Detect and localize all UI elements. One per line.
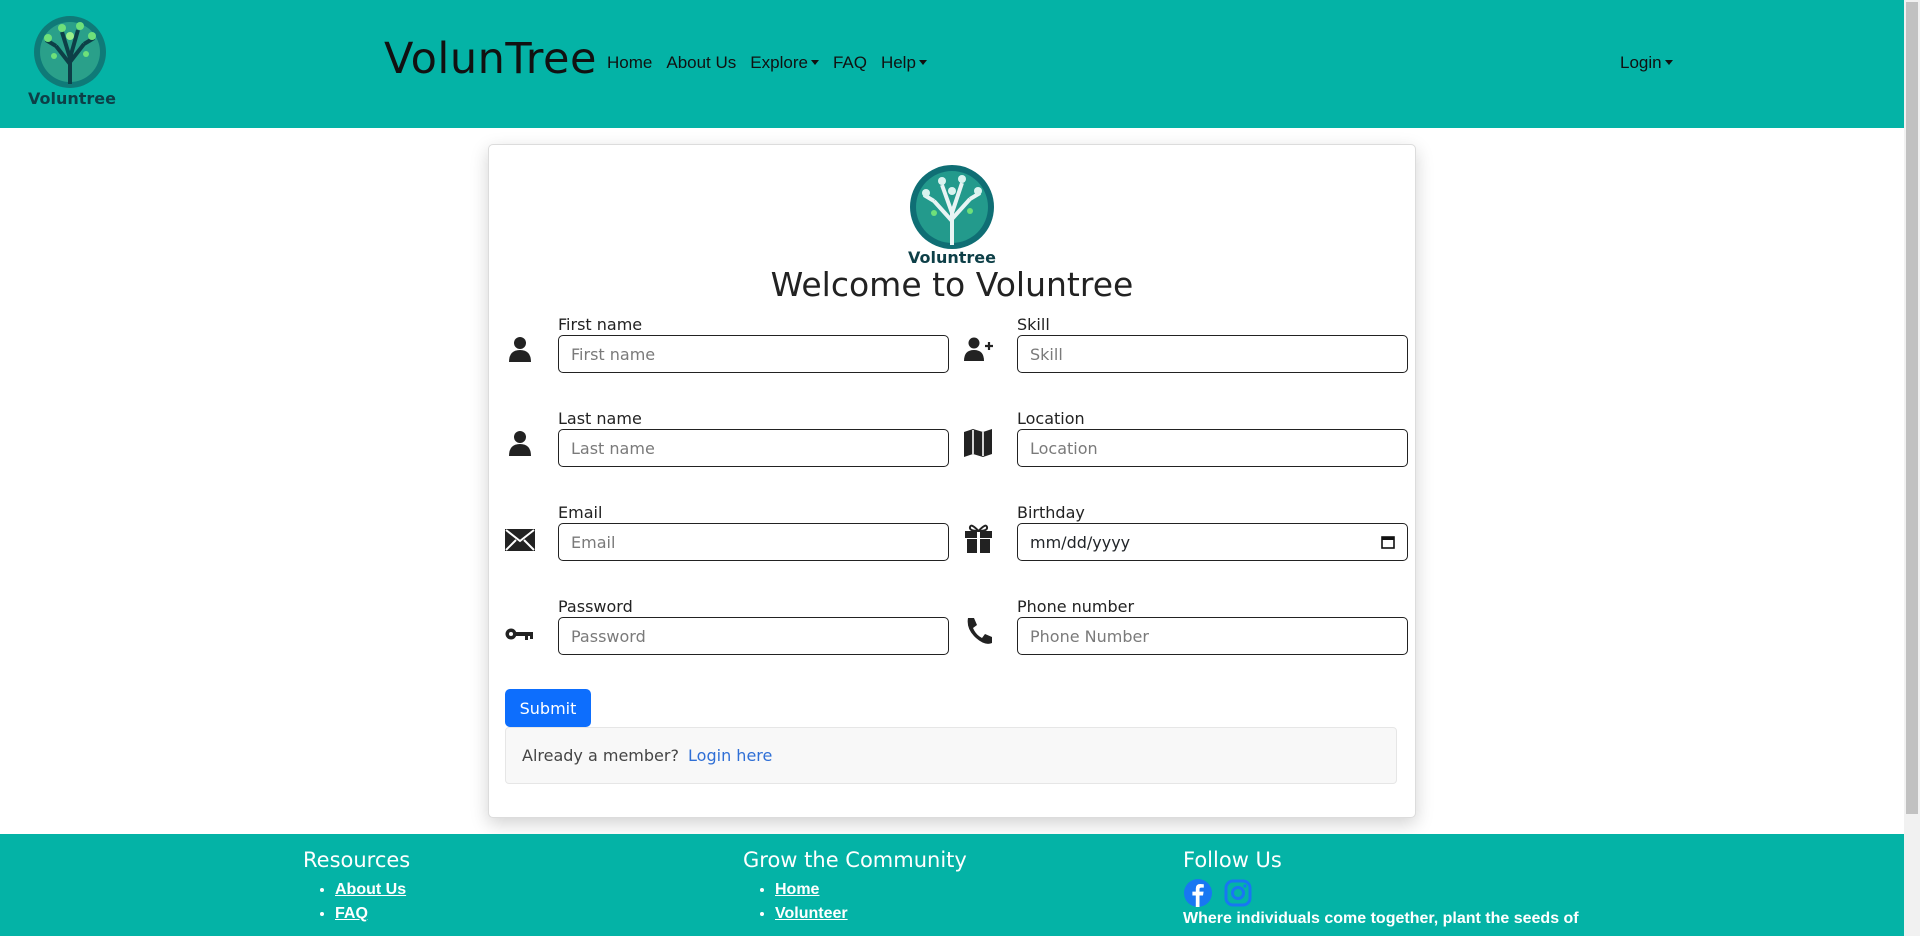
- login-prompt: Already a member? Login here: [522, 746, 772, 765]
- email-input[interactable]: [558, 523, 949, 561]
- skill-input[interactable]: [1017, 335, 1408, 373]
- calendar-icon[interactable]: [1381, 535, 1395, 549]
- footer-follow-heading: Follow Us: [1183, 848, 1282, 872]
- member-prompt-text: Already a member?: [522, 746, 679, 765]
- person-icon: [509, 337, 531, 362]
- password-input[interactable]: [558, 617, 949, 655]
- footer-link-volunteer[interactable]: Volunteer: [775, 905, 848, 922]
- login-dropdown[interactable]: Login: [1620, 53, 1673, 73]
- voluntree-logo[interactable]: Voluntree: [22, 12, 122, 108]
- birthday-group: Birthday mm/dd/yyyy: [964, 503, 1408, 593]
- nav-about-us[interactable]: About Us: [666, 53, 736, 73]
- facebook-icon[interactable]: [1183, 878, 1213, 908]
- key-icon: [505, 628, 533, 640]
- last-name-input[interactable]: [558, 429, 949, 467]
- email-group: Email: [505, 503, 949, 593]
- login-here-link[interactable]: Login here: [688, 746, 772, 765]
- submit-button[interactable]: Submit: [505, 689, 591, 727]
- signup-card: Voluntree Welcome to Voluntree First nam…: [488, 144, 1416, 818]
- birthday-value: mm/dd/yyyy: [1030, 532, 1131, 552]
- footer-resources-heading: Resources: [303, 848, 411, 872]
- welcome-heading: Welcome to Voluntree: [770, 265, 1134, 304]
- person-icon: [509, 431, 531, 456]
- footer-link-about-us[interactable]: About Us: [335, 881, 406, 898]
- footer-link-home[interactable]: Home: [775, 881, 819, 898]
- chevron-down-icon: [1664, 60, 1673, 65]
- nav-home[interactable]: Home: [607, 53, 652, 73]
- login-prompt-box: Already a member? Login here: [505, 727, 1397, 784]
- gift-icon: [965, 524, 992, 553]
- person-plus-icon: [964, 337, 993, 361]
- top-navbar: Voluntree VolunTree Home About Us Explor…: [0, 0, 1904, 128]
- birthday-date-input[interactable]: mm/dd/yyyy: [1017, 523, 1408, 561]
- location-group: Location: [964, 409, 1408, 499]
- nav-help-label: Help: [880, 53, 916, 72]
- instagram-icon[interactable]: [1223, 878, 1253, 908]
- footer-community: Grow the Community Home Volunteer: [743, 848, 967, 926]
- chevron-down-icon: [810, 60, 819, 65]
- email-label: Email: [558, 503, 603, 522]
- nav-help-dropdown[interactable]: Help: [881, 53, 927, 73]
- phone-group: Phone number: [964, 597, 1408, 687]
- birthday-label: Birthday: [1017, 503, 1085, 522]
- nav-explore-dropdown[interactable]: Explore: [750, 53, 819, 73]
- last-name-group: Last name: [505, 409, 949, 499]
- chevron-down-icon: [918, 60, 927, 65]
- envelope-icon: [505, 529, 535, 551]
- main-nav: Home About Us Explore FAQ Help: [607, 53, 941, 73]
- first-name-input[interactable]: [558, 335, 949, 373]
- footer-follow: Follow Us Where individuals come togethe…: [1183, 848, 1579, 928]
- nav-explore-label: Explore: [750, 53, 808, 72]
- brand-title[interactable]: VolunTree: [384, 34, 597, 84]
- phone-input[interactable]: [1017, 617, 1408, 655]
- first-name-group: First name: [505, 315, 949, 405]
- svg-text:Voluntree: Voluntree: [28, 89, 116, 108]
- footer-tagline: Where individuals come together, plant t…: [1183, 910, 1579, 927]
- voluntree-card-logo: Voluntree: [908, 165, 996, 267]
- skill-group: Skill: [964, 315, 1408, 405]
- nav-faq[interactable]: FAQ: [833, 53, 867, 73]
- footer-link-faq[interactable]: FAQ: [335, 905, 368, 922]
- phone-label: Phone number: [1017, 597, 1135, 616]
- map-icon: [964, 429, 992, 457]
- footer-community-heading: Grow the Community: [743, 848, 967, 872]
- site-footer: Resources About Us FAQ Grow the Communit…: [0, 834, 1904, 936]
- scrollbar-thumb[interactable]: [1906, 2, 1918, 814]
- footer-resources: Resources About Us FAQ: [303, 848, 410, 926]
- location-label: Location: [1017, 409, 1085, 428]
- password-group: Password: [505, 597, 949, 687]
- password-label: Password: [558, 597, 633, 616]
- login-label: Login: [1620, 53, 1662, 72]
- social-links: [1183, 878, 1579, 908]
- page-scrollbar[interactable]: [1904, 0, 1920, 936]
- location-input[interactable]: [1017, 429, 1408, 467]
- first-name-label: First name: [558, 315, 643, 334]
- skill-label: Skill: [1017, 315, 1050, 334]
- last-name-label: Last name: [558, 409, 642, 428]
- phone-icon: [967, 618, 992, 644]
